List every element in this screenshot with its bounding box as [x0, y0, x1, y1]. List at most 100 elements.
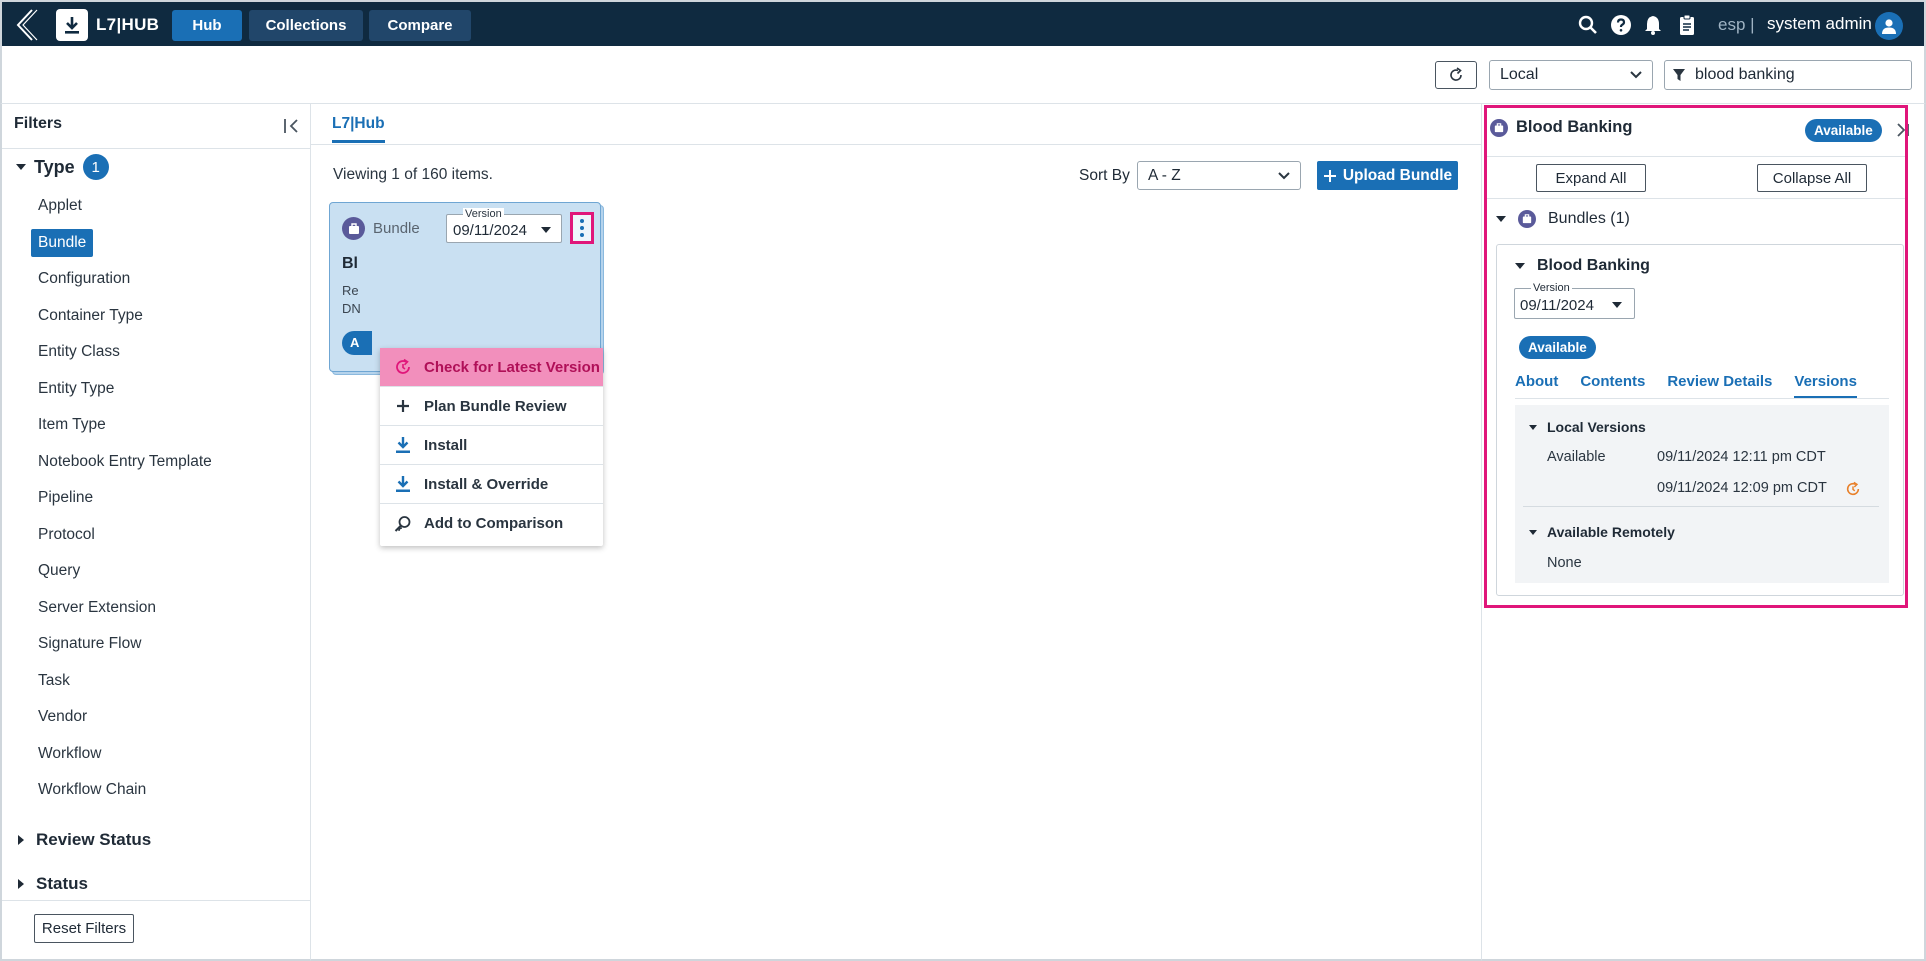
type-filter-item[interactable]: Bundle: [31, 225, 298, 262]
type-filter-item[interactable]: Container Type: [38, 298, 298, 335]
menu-item-plan-bundle-review[interactable]: Plan Bundle Review: [380, 387, 603, 426]
local-status-label: Available: [1547, 449, 1606, 465]
type-filter-label: Type: [34, 156, 75, 177]
divider: [2, 900, 311, 901]
available-remotely-toggle[interactable]: Available Remotely: [1529, 524, 1675, 540]
menu-item-install-override[interactable]: Install & Override: [380, 465, 603, 504]
tab-l7-hub[interactable]: L7|Hub: [332, 115, 385, 143]
type-filter-item[interactable]: Notebook Entry Template: [38, 444, 298, 481]
type-filter-item-label: Server Extension: [38, 598, 157, 616]
type-filter-item[interactable]: Entity Type: [38, 371, 298, 408]
menu-item-add-to-comparison[interactable]: Add to Comparison: [380, 504, 603, 543]
bell-icon[interactable]: [1642, 14, 1664, 36]
versions-panel: Local Versions Available 09/11/2024 12:1…: [1515, 405, 1889, 583]
nav-hub-button[interactable]: Hub: [172, 10, 242, 41]
local-version-1[interactable]: 09/11/2024 12:11 pm CDT: [1657, 449, 1826, 465]
filter-search-input[interactable]: blood banking: [1664, 60, 1912, 90]
type-filter-item[interactable]: Item Type: [38, 407, 298, 444]
caret-right-icon: [18, 879, 24, 889]
card-description: Re: [342, 283, 359, 298]
divider: [2, 148, 311, 149]
nav-compare-button[interactable]: Compare: [369, 10, 471, 41]
clipboard-icon[interactable]: [1676, 14, 1698, 36]
divider: [1515, 398, 1889, 399]
local-versions-toggle[interactable]: Local Versions: [1529, 419, 1646, 435]
menu-item-check-latest-version[interactable]: Check for Latest Version: [380, 348, 603, 387]
brand-name: L7|HUB: [96, 15, 160, 34]
type-filter-toggle[interactable]: Type 1: [16, 154, 109, 180]
divider: [311, 144, 1481, 145]
details-panel: Blood Banking Available Expand All Colla…: [1481, 104, 1926, 961]
expand-all-button[interactable]: Expand All: [1536, 164, 1646, 192]
type-filter-item-label: Protocol: [38, 525, 95, 543]
search-icon[interactable]: [1577, 14, 1599, 36]
bundle-card[interactable]: Bundle Version 09/11/2024 Bl Re DN A Che…: [329, 202, 603, 546]
detail-tabs: About Contents Review Details Versions: [1515, 373, 1879, 399]
reset-filters-button[interactable]: Reset Filters: [34, 914, 134, 943]
tab-about[interactable]: About: [1515, 373, 1558, 399]
local-version-2[interactable]: 09/11/2024 12:09 pm CDT: [1657, 480, 1827, 496]
available-remotely-label: Available Remotely: [1547, 524, 1675, 540]
type-filter-item-label: Notebook Entry Template: [38, 452, 212, 470]
tab-contents[interactable]: Contents: [1580, 373, 1645, 399]
type-filter-item[interactable]: Workflow Chain: [38, 772, 298, 809]
type-filter-item[interactable]: Task: [38, 663, 298, 700]
upload-bundle-label: Upload Bundle: [1342, 166, 1453, 184]
menu-item-install[interactable]: Install: [380, 426, 603, 465]
divider: [1485, 156, 1905, 157]
status-label: Status: [36, 874, 88, 893]
bundles-section-toggle[interactable]: Bundles (1): [1496, 210, 1630, 228]
tenant-label: esp |: [1718, 15, 1755, 34]
menu-item-label: Install: [424, 436, 468, 454]
type-filter-item-label: Workflow Chain: [38, 781, 147, 799]
type-filter-item-label: Signature Flow: [38, 635, 142, 653]
toolbar: Local blood banking: [0, 46, 1926, 104]
tab-versions[interactable]: Versions: [1794, 373, 1857, 399]
type-filter-item-label: Entity Type: [38, 379, 115, 397]
tab-review-details[interactable]: Review Details: [1667, 373, 1772, 399]
sort-select[interactable]: A - Z: [1137, 161, 1301, 190]
type-filter-item[interactable]: Vendor: [38, 699, 298, 736]
plus-icon: [394, 397, 412, 415]
type-filter-item[interactable]: Server Extension: [38, 590, 298, 627]
upload-bundle-button[interactable]: Upload Bundle: [1317, 161, 1458, 190]
type-filter-item[interactable]: Configuration: [38, 261, 298, 298]
more-options-icon[interactable]: [570, 212, 594, 244]
sort-select-value: A - Z: [1148, 166, 1181, 184]
type-filter-item-label: Container Type: [38, 306, 143, 324]
help-icon[interactable]: [1610, 14, 1632, 36]
type-filter-item[interactable]: Workflow: [38, 736, 298, 773]
collapse-all-button[interactable]: Collapse All: [1757, 164, 1867, 192]
username[interactable]: system admin: [1767, 14, 1872, 34]
review-status-filter-toggle[interactable]: Review Status: [18, 830, 151, 850]
update-available-icon[interactable]: [1845, 481, 1861, 497]
bundle-detail-toggle[interactable]: Blood Banking: [1515, 257, 1650, 275]
card-status-badge: A: [342, 331, 372, 355]
results-count: Viewing 1 of 160 items.: [333, 166, 493, 183]
back-chevron-icon[interactable]: [10, 8, 40, 42]
status-filter-toggle[interactable]: Status: [18, 874, 88, 894]
user-avatar-icon[interactable]: [1875, 12, 1903, 40]
caret-down-icon: [1515, 263, 1525, 269]
bundle-version-select[interactable]: Version 09/11/2024: [1514, 282, 1635, 319]
brand[interactable]: L7|HUB: [56, 9, 159, 41]
refresh-button[interactable]: [1435, 61, 1477, 89]
type-filter-item[interactable]: Protocol: [38, 517, 298, 554]
menu-item-label: Install & Override: [424, 475, 549, 493]
type-filter-item[interactable]: Pipeline: [38, 480, 298, 517]
type-filter-item[interactable]: Signature Flow: [38, 626, 298, 663]
source-select[interactable]: Local: [1489, 60, 1653, 90]
close-panel-icon[interactable]: [1895, 122, 1911, 138]
caret-down-icon: [16, 164, 26, 170]
type-filter-item[interactable]: Applet: [38, 188, 298, 225]
card-version-select[interactable]: Version 09/11/2024: [446, 208, 562, 243]
caret-down-icon: [1496, 216, 1506, 222]
collapse-panel-icon[interactable]: [282, 116, 302, 136]
type-filter-item[interactable]: Query: [38, 553, 298, 590]
nav-collections-button[interactable]: Collections: [249, 10, 363, 41]
update-check-icon: [394, 358, 412, 376]
type-filter-item[interactable]: Entity Class: [38, 334, 298, 371]
filter-search-value: blood banking: [1695, 66, 1795, 83]
status-badge: Available: [1805, 119, 1882, 142]
type-filter-item-label: Applet: [38, 197, 82, 215]
